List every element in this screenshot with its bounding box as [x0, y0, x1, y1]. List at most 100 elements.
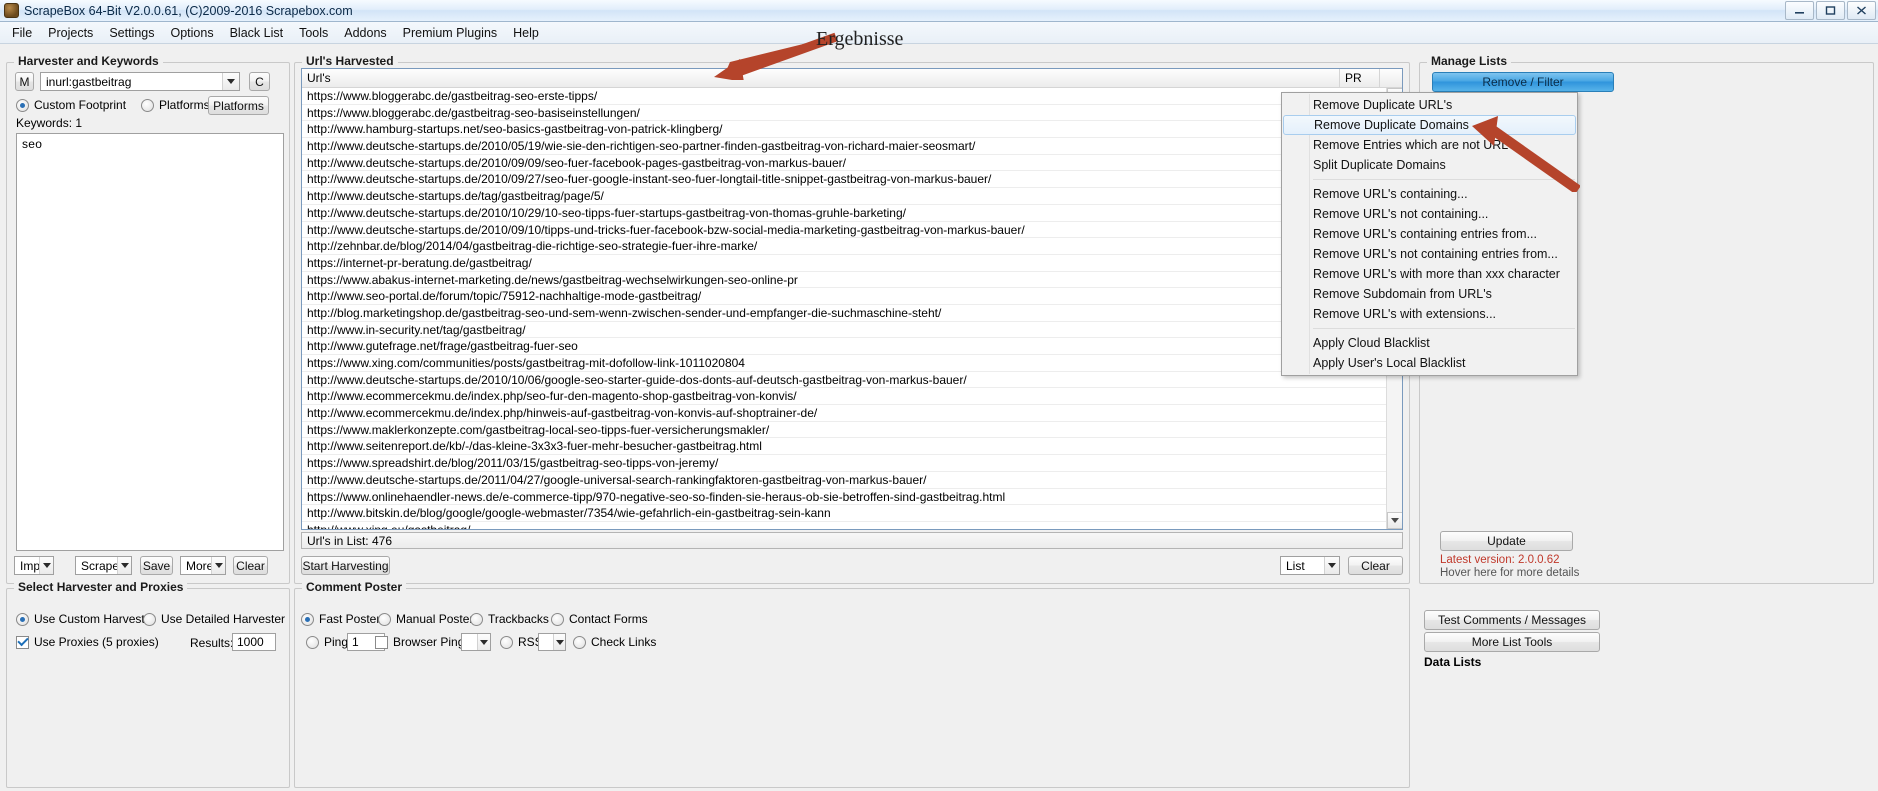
menu-projects[interactable]: Projects — [40, 23, 101, 43]
checkbox-browser-ping[interactable]: Browser Ping — [375, 635, 464, 649]
context-menu-item[interactable]: Apply User's Local Blacklist — [1282, 353, 1577, 373]
url-row[interactable]: http://www.deutsche-startups.de/2010/05/… — [302, 138, 1386, 155]
close-button[interactable] — [1847, 1, 1876, 20]
start-harvesting-button[interactable]: Start Harvesting — [301, 556, 390, 575]
url-row[interactable]: http://www.deutsche-startups.de/2010/09/… — [302, 222, 1386, 239]
context-menu-item[interactable]: Remove URL's not containing entries from… — [1282, 244, 1577, 264]
scroll-down-button[interactable] — [1387, 512, 1402, 529]
url-row[interactable]: http://www.xing.eu/gastbeitrag/ — [302, 522, 1386, 529]
column-header-pr[interactable]: PR — [1340, 69, 1380, 87]
url-row[interactable]: https://www.xing.com/communities/posts/g… — [302, 355, 1386, 372]
more-list-tools-button[interactable]: More List Tools — [1424, 632, 1600, 652]
test-comments-messages-button[interactable]: Test Comments / Messages — [1424, 610, 1600, 630]
url-row[interactable]: http://www.deutsche-startups.de/2010/09/… — [302, 155, 1386, 172]
mode-m-button[interactable]: M — [15, 72, 34, 91]
minimize-button[interactable] — [1785, 1, 1814, 20]
keywords-textarea[interactable]: seo — [16, 133, 284, 551]
radio-trackbacks[interactable]: Trackbacks — [470, 612, 549, 626]
menu-help[interactable]: Help — [505, 23, 547, 43]
url-row[interactable]: https://www.abakus-internet-marketing.de… — [302, 272, 1386, 289]
radio-check-links[interactable]: Check Links — [573, 635, 656, 649]
url-row[interactable]: http://www.hamburg-startups.net/seo-basi… — [302, 121, 1386, 139]
scrape-dropdown-arrow[interactable] — [117, 557, 131, 574]
url-row[interactable]: http://www.ecommercekmu.de/index.php/hin… — [302, 405, 1386, 422]
context-menu-item[interactable]: Split Duplicate Domains — [1282, 155, 1577, 175]
c-button[interactable]: C — [249, 72, 270, 91]
browser-ping-arrow[interactable] — [477, 634, 490, 650]
menu-addons[interactable]: Addons — [336, 23, 394, 43]
context-menu-item[interactable]: Remove URL's with extensions... — [1282, 304, 1577, 324]
list-split-button[interactable]: List — [1280, 556, 1340, 575]
menu-settings[interactable]: Settings — [101, 23, 162, 43]
url-row[interactable]: https://www.bloggerabc.de/gastbeitrag-se… — [302, 88, 1386, 105]
platforms-button[interactable]: Platforms — [208, 96, 269, 115]
url-row[interactable]: http://www.deutsche-startups.de/2010/09/… — [302, 171, 1386, 189]
url-text: http://blog.marketingshop.de/gastbeitrag… — [307, 305, 942, 320]
menu-tools[interactable]: Tools — [291, 23, 336, 43]
list-dropdown-arrow[interactable] — [1324, 557, 1339, 574]
checkbox-use-proxies[interactable]: Use Proxies (5 proxies) — [16, 635, 159, 649]
url-row[interactable]: https://www.maklerkonzepte.com/gastbeitr… — [302, 422, 1386, 439]
clear-keywords-button[interactable]: Clear — [233, 556, 268, 575]
url-row[interactable]: http://www.deutsche-startups.de/2010/10/… — [302, 205, 1386, 222]
radio-use-detailed-harvester[interactable]: Use Detailed Harvester — [143, 612, 285, 626]
radio-fast-poster[interactable]: Fast Poster — [301, 612, 380, 626]
url-row[interactable]: http://www.deutsche-startups.de/2011/04/… — [302, 472, 1386, 489]
context-menu-item[interactable]: Remove Duplicate Domains — [1283, 115, 1576, 135]
radio-rss[interactable]: RSS — [500, 635, 543, 649]
context-menu-item[interactable]: Remove URL's containing entries from... — [1282, 224, 1577, 244]
update-button[interactable]: Update — [1440, 531, 1573, 551]
context-menu-item[interactable]: Apply Cloud Blacklist — [1282, 333, 1577, 353]
footprint-dropdown-arrow[interactable] — [222, 73, 239, 90]
radio-use-custom-harvester[interactable]: Use Custom Harvester — [16, 612, 155, 626]
results-input[interactable]: 1000 — [232, 633, 276, 651]
radio-platforms[interactable]: Platforms — [141, 98, 210, 112]
radio-manual-poster[interactable]: Manual Poster — [378, 612, 473, 626]
clear-urls-button[interactable]: Clear — [1348, 556, 1403, 575]
url-text: http://www.deutsche-startups.de/2010/10/… — [307, 205, 906, 220]
remove-filter-button[interactable]: Remove / Filter — [1432, 72, 1614, 92]
url-row[interactable]: http://www.ecommercekmu.de/index.php/seo… — [302, 388, 1386, 406]
remove-filter-context-menu[interactable]: Remove Duplicate URL's Remove Duplicate D… — [1281, 92, 1578, 376]
radio-contact-forms[interactable]: Contact Forms — [551, 612, 648, 626]
maximize-button[interactable] — [1816, 1, 1845, 20]
import-split-button[interactable]: Import — [14, 556, 54, 575]
more-dropdown-arrow[interactable] — [211, 557, 225, 574]
menu-black-list[interactable]: Black List — [222, 23, 292, 43]
footprint-combobox[interactable]: inurl:gastbeitrag — [40, 72, 240, 91]
urls-table[interactable]: Url's PR https://www.bloggerabc.de/gastb… — [301, 68, 1403, 530]
menu-file[interactable]: File — [4, 23, 40, 43]
import-dropdown-arrow[interactable] — [39, 557, 53, 574]
url-row[interactable]: http://www.bitskin.de/blog/google/google… — [302, 505, 1386, 522]
rss-arrow[interactable] — [553, 634, 565, 650]
url-row[interactable]: http://zehnbar.de/blog/2014/04/gastbeitr… — [302, 238, 1386, 255]
url-row[interactable]: https://www.spreadshirt.de/blog/2011/03/… — [302, 455, 1386, 472]
url-row[interactable]: http://www.seitenreport.de/kb/-/das-klei… — [302, 438, 1386, 456]
url-row[interactable]: http://www.deutsche-startups.de/2010/10/… — [302, 372, 1386, 389]
context-menu-item[interactable]: Remove URL's not containing... — [1282, 204, 1577, 224]
browser-ping-combobox[interactable] — [461, 633, 491, 651]
more-split-button[interactable]: More — [180, 556, 226, 575]
context-menu-item[interactable]: Remove Entries which are not URL's — [1282, 135, 1577, 155]
menu-premium-plugins[interactable]: Premium Plugins — [395, 23, 505, 43]
url-row[interactable]: http://www.deutsche-startups.de/tag/gast… — [302, 188, 1386, 205]
url-row[interactable]: https://internet-pr-beratung.de/gastbeit… — [302, 255, 1386, 272]
radio-custom-footprint[interactable]: Custom Footprint — [16, 98, 126, 112]
context-menu-item[interactable]: Remove URL's containing... — [1282, 184, 1577, 204]
column-header-urls[interactable]: Url's — [302, 69, 1340, 87]
url-row[interactable]: https://www.bloggerabc.de/gastbeitrag-se… — [302, 105, 1386, 122]
url-row[interactable]: http://www.seo-portal.de/forum/topic/759… — [302, 288, 1386, 305]
context-menu-item[interactable]: Remove Duplicate URL's — [1282, 95, 1577, 115]
context-menu-item[interactable]: Remove URL's with more than xxx characte… — [1282, 264, 1577, 284]
menu-options[interactable]: Options — [162, 23, 221, 43]
url-row[interactable]: http://blog.marketingshop.de/gastbeitrag… — [302, 305, 1386, 322]
scrape-split-button[interactable]: Scrape — [75, 556, 132, 575]
rss-combobox[interactable] — [538, 633, 566, 651]
radio-ping[interactable]: Ping — [306, 635, 348, 649]
url-row[interactable]: http://www.in-security.net/tag/gastbeitr… — [302, 322, 1386, 339]
url-row[interactable]: http://www.gutefrage.net/frage/gastbeitr… — [302, 338, 1386, 355]
url-row[interactable]: https://www.onlinehaendler-news.de/e-com… — [302, 489, 1386, 506]
context-menu-item[interactable]: Remove Subdomain from URL's — [1282, 284, 1577, 304]
context-menu-separator — [1313, 328, 1575, 329]
save-button[interactable]: Save — [140, 556, 173, 575]
